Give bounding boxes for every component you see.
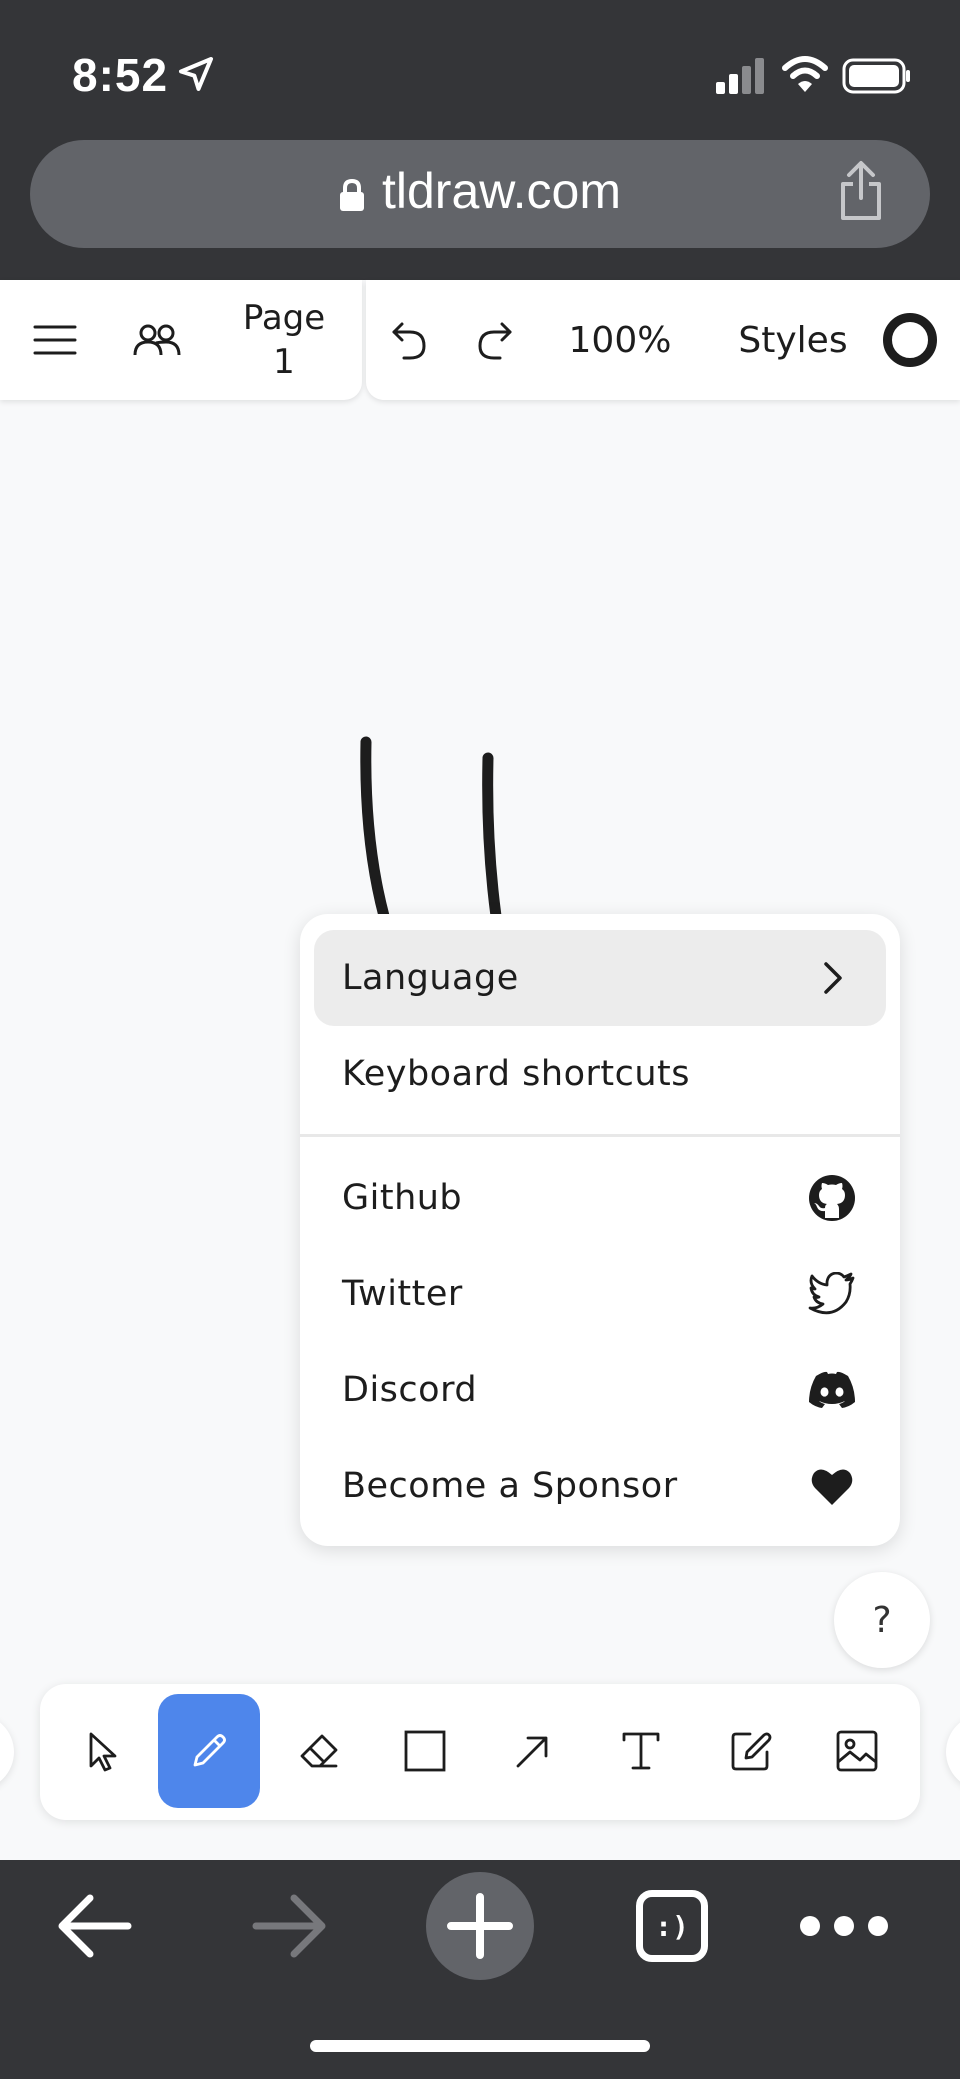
users-icon [133,324,181,356]
url-text[interactable]: tldraw.com [382,162,621,220]
note-edit-icon [731,1732,772,1771]
chevron-right-icon [806,952,858,1004]
share-icon[interactable] [836,160,886,222]
redo-button[interactable] [464,300,524,380]
new-tab-button[interactable] [426,1872,534,1980]
canvas-drawing[interactable] [340,730,540,920]
page-label-line1: Page [242,298,326,338]
tool-image[interactable] [806,1694,908,1808]
tool-note[interactable] [700,1694,802,1808]
tool-arrow[interactable] [482,1694,584,1808]
menu-divider [300,1134,900,1137]
menu-item-label: Become a Sponsor [342,1466,678,1506]
redo-icon [478,322,512,360]
menu-item-twitter[interactable]: Twitter [314,1246,886,1342]
menu-item-label: Language [342,958,519,998]
home-indicator [310,2040,650,2052]
back-arrow-icon[interactable] [56,1888,136,1964]
help-button[interactable]: ? [834,1572,930,1668]
eraser-icon [300,1734,338,1768]
tool-draw[interactable] [158,1694,260,1808]
more-dot [868,1916,888,1936]
heart-icon [806,1460,858,1512]
main-menu-popover: Language Keyboard shortcuts Github Twitt… [300,914,900,1546]
tool-eraser[interactable] [268,1694,370,1808]
menu-item-github[interactable]: Github [314,1150,886,1246]
zoom-menu-button[interactable]: 100% [560,300,680,380]
page-menu-button[interactable]: Page 1 [222,294,346,386]
main-menu-button[interactable] [20,300,90,380]
forward-arrow-icon[interactable] [248,1888,328,1964]
pencil-icon [193,1734,226,1767]
more-button[interactable] [800,1906,888,1946]
wifi-icon [782,56,828,92]
menu-item-become-sponsor[interactable]: Become a Sponsor [314,1438,886,1534]
toolbar-edge-left [0,1714,14,1790]
github-icon [806,1172,858,1224]
status-time: 8:52 [72,49,169,101]
styles-button[interactable]: Styles [726,300,860,380]
current-color-swatch[interactable] [878,308,942,372]
battery-icon [842,58,910,94]
menu-item-label: Twitter [342,1274,463,1314]
page-label-line2: 1 [273,342,295,382]
image-icon [836,1730,878,1772]
cursor-arrow-icon [89,1732,117,1772]
more-dot [834,1916,854,1936]
text-icon [622,1732,660,1770]
menu-item-language[interactable]: Language [314,930,886,1026]
menu-item-discord[interactable]: Discord [314,1342,886,1438]
more-dot [800,1916,820,1936]
menu-item-label: Discord [342,1370,478,1410]
toolbar-edge-right [946,1714,960,1790]
plus-icon [447,1893,513,1959]
undo-button[interactable] [380,300,440,380]
tool-text[interactable] [590,1694,692,1808]
lock-icon [340,178,364,211]
hamburger-icon [33,325,77,355]
undo-icon [392,322,426,360]
multiplayer-button[interactable] [124,300,190,380]
cellular-signal-icon [716,58,764,94]
tool-rectangle[interactable] [374,1694,476,1808]
location-arrow-icon [179,57,213,91]
tool-select[interactable] [52,1694,154,1808]
menu-item-label: Keyboard shortcuts [342,1054,690,1094]
arrow-icon [516,1736,548,1768]
menu-item-label: Github [342,1178,463,1218]
menu-item-keyboard-shortcuts[interactable]: Keyboard shortcuts [314,1026,886,1122]
color-circle-icon [883,313,937,367]
rectangle-icon [404,1730,446,1772]
twitter-icon [806,1268,858,1320]
discord-icon [806,1364,858,1416]
tabs-button[interactable]: :) [636,1890,708,1962]
